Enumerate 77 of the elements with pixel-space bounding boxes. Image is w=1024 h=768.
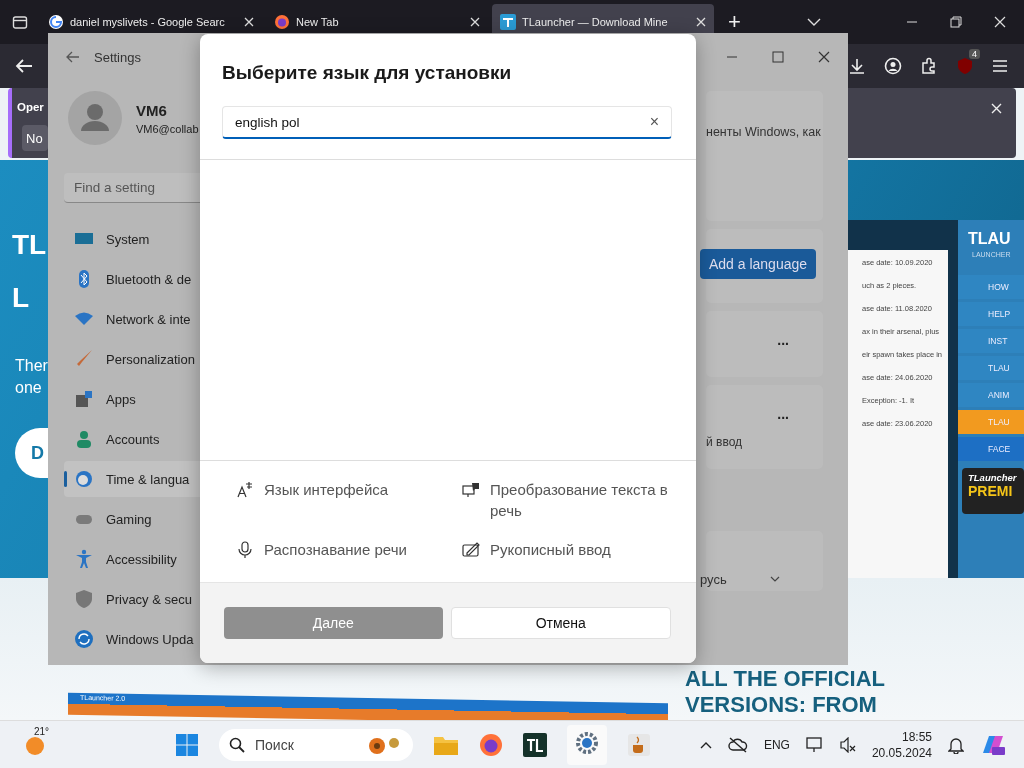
speaker-muted-icon[interactable] <box>839 737 856 753</box>
tl-icon <box>500 14 516 30</box>
monitor-icon[interactable] <box>805 737 824 753</box>
restore-icon[interactable] <box>950 16 962 28</box>
card-text: ненты Windows, как <box>706 125 821 139</box>
selection-indicator <box>64 471 67 487</box>
download-button[interactable]: D <box>15 428 48 478</box>
site-menu-item[interactable]: TLAU <box>958 356 1024 380</box>
chevron-down-icon <box>770 576 780 582</box>
hero-heading: TL <box>12 228 47 262</box>
account-icon[interactable] <box>884 57 902 75</box>
nav-icon <box>74 589 94 609</box>
clear-button[interactable]: × <box>643 112 665 132</box>
nav-icon <box>74 429 94 449</box>
nav-icon <box>74 549 94 569</box>
search-icon <box>229 737 245 753</box>
feature-label: Распознавание речи <box>264 540 407 560</box>
firefox-icon <box>274 14 290 30</box>
user-name: VM6 <box>136 101 168 119</box>
hero-text: one <box>15 378 43 398</box>
maximize-icon[interactable] <box>772 51 784 63</box>
headline: VERSIONS: FROM <box>685 692 878 718</box>
more-button[interactable]: ... <box>771 331 795 349</box>
tl-app-icon[interactable] <box>523 733 547 757</box>
hero-heading: L <box>12 281 31 315</box>
premium-banner[interactable]: TLauncher PREMI <box>962 468 1024 514</box>
language-indicator[interactable]: ENG <box>763 738 790 752</box>
notification-button[interactable]: No <box>22 125 48 151</box>
feature-icon <box>462 541 480 559</box>
cloud-off-icon[interactable] <box>727 737 748 753</box>
google-icon <box>48 14 64 30</box>
chevron-up-icon[interactable] <box>699 741 712 749</box>
temperature: 21° <box>34 726 50 737</box>
region-dropdown[interactable]: русь <box>700 569 780 589</box>
logo-text: TLAU <box>967 230 1012 248</box>
extension-badge: 4 <box>969 49 980 59</box>
cancel-button[interactable]: Отмена <box>450 607 671 639</box>
add-language-button[interactable]: Add a language <box>700 249 816 279</box>
start-icon[interactable] <box>175 733 199 757</box>
notification-title: Oper <box>17 101 44 113</box>
feature-label: Рукописный ввод <box>490 540 611 560</box>
site-menu-item[interactable]: FACE <box>958 437 1024 461</box>
chevron-down-icon[interactable] <box>806 18 821 26</box>
coffee-cup-icon[interactable] <box>627 733 651 757</box>
avatar-icon <box>68 91 122 145</box>
download-icon[interactable] <box>848 57 866 75</box>
hero-text: Ther <box>15 356 48 376</box>
site-menu-item[interactable]: HOW <box>958 275 1024 299</box>
bell-icon[interactable] <box>948 736 964 754</box>
feature-label: Язык интерфейса <box>264 480 389 500</box>
feature-label: Преобразование текста в речь <box>490 480 669 521</box>
nav-icon <box>74 629 94 649</box>
site-menu-item[interactable]: HELP <box>958 302 1024 326</box>
card-text: й ввод <box>706 435 743 449</box>
clock-date[interactable]: 20.05.2024 <box>871 745 932 761</box>
window-title: Settings <box>94 49 141 65</box>
puzzle-icon[interactable] <box>920 57 938 75</box>
site-menu-item[interactable]: INST <box>958 329 1024 353</box>
search-field[interactable]: english pol × <box>222 106 672 139</box>
nav-icon <box>74 389 94 409</box>
more-button[interactable]: ... <box>771 405 795 423</box>
gear-icon[interactable] <box>575 731 599 755</box>
clock-time[interactable]: 18:55 <box>901 729 932 745</box>
copilot-icon[interactable] <box>980 733 1006 757</box>
tab-list-icon[interactable] <box>12 14 28 30</box>
headline: ALL THE OFFICIAL <box>685 666 886 692</box>
new-tab-button[interactable]: + <box>722 9 747 35</box>
feature-icon <box>462 481 480 499</box>
search-field[interactable]: Поиск <box>219 729 413 761</box>
firefox-icon[interactable] <box>479 733 503 757</box>
dialog-title: Выберите язык для установки <box>222 62 513 84</box>
user-email: VM6@collab <box>136 122 199 135</box>
feature-icon <box>236 481 254 499</box>
nav-icon <box>74 469 94 489</box>
menu-icon[interactable] <box>992 59 1008 73</box>
feature-icon <box>236 541 254 559</box>
close-icon[interactable] <box>818 51 830 63</box>
